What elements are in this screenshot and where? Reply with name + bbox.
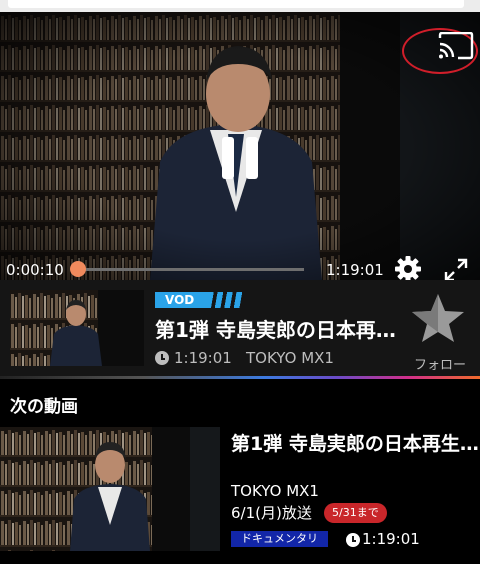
current-program-channel: TOKYO MX1 <box>246 349 334 367</box>
pause-button[interactable] <box>222 137 258 179</box>
pause-icon-bar-left <box>222 137 234 179</box>
thumbnail-image <box>0 427 220 551</box>
star-icon[interactable] <box>410 292 466 344</box>
next-video-item[interactable]: 第1弾 寺島実郎の日本再生… TOKYO MX1 6/1(月)放送 5/31まで… <box>0 424 480 554</box>
seek-bar[interactable] <box>78 268 304 271</box>
clock-icon <box>155 351 169 365</box>
current-program-duration: 1:19:01 <box>174 349 232 367</box>
next-video-duration: 1:19:01 <box>362 530 420 548</box>
genre-badge: ドキュメンタリ <box>231 531 328 547</box>
fullscreen-icon[interactable] <box>443 257 469 280</box>
follow-button-label[interactable]: フォロー <box>414 354 466 373</box>
current-program-title: 第1弾 寺島実郎の日本再… <box>155 318 396 342</box>
video-player[interactable]: 0:00:10 1:19:01 <box>0 12 480 280</box>
current-time: 0:00:10 <box>6 261 64 279</box>
next-video-title: 第1弾 寺島実郎の日本再生… <box>231 433 479 455</box>
section-divider <box>0 376 480 379</box>
thumbnail-image <box>10 290 144 366</box>
vod-badge: VOD <box>155 292 247 308</box>
next-video-channel: TOKYO MX1 <box>231 482 319 500</box>
clock-icon <box>346 533 360 547</box>
top-strip-inner <box>8 0 464 8</box>
current-program-thumbnail[interactable] <box>10 290 144 366</box>
next-video-thumbnail[interactable] <box>0 427 220 551</box>
next-video-heading: 次の動画 <box>10 397 78 417</box>
total-duration: 1:19:01 <box>326 261 384 279</box>
next-video-air-date: 6/1(月)放送 <box>231 504 312 522</box>
pause-icon-bar-right <box>246 137 258 179</box>
deadline-badge: 5/31まで <box>324 503 387 523</box>
cast-icon[interactable] <box>436 32 476 60</box>
gear-icon[interactable] <box>394 255 422 280</box>
current-program-card[interactable]: VOD 第1弾 寺島実郎の日本再… 1:19:01 TOKYO MX1 フォロー <box>0 280 480 376</box>
top-strip <box>0 0 480 12</box>
